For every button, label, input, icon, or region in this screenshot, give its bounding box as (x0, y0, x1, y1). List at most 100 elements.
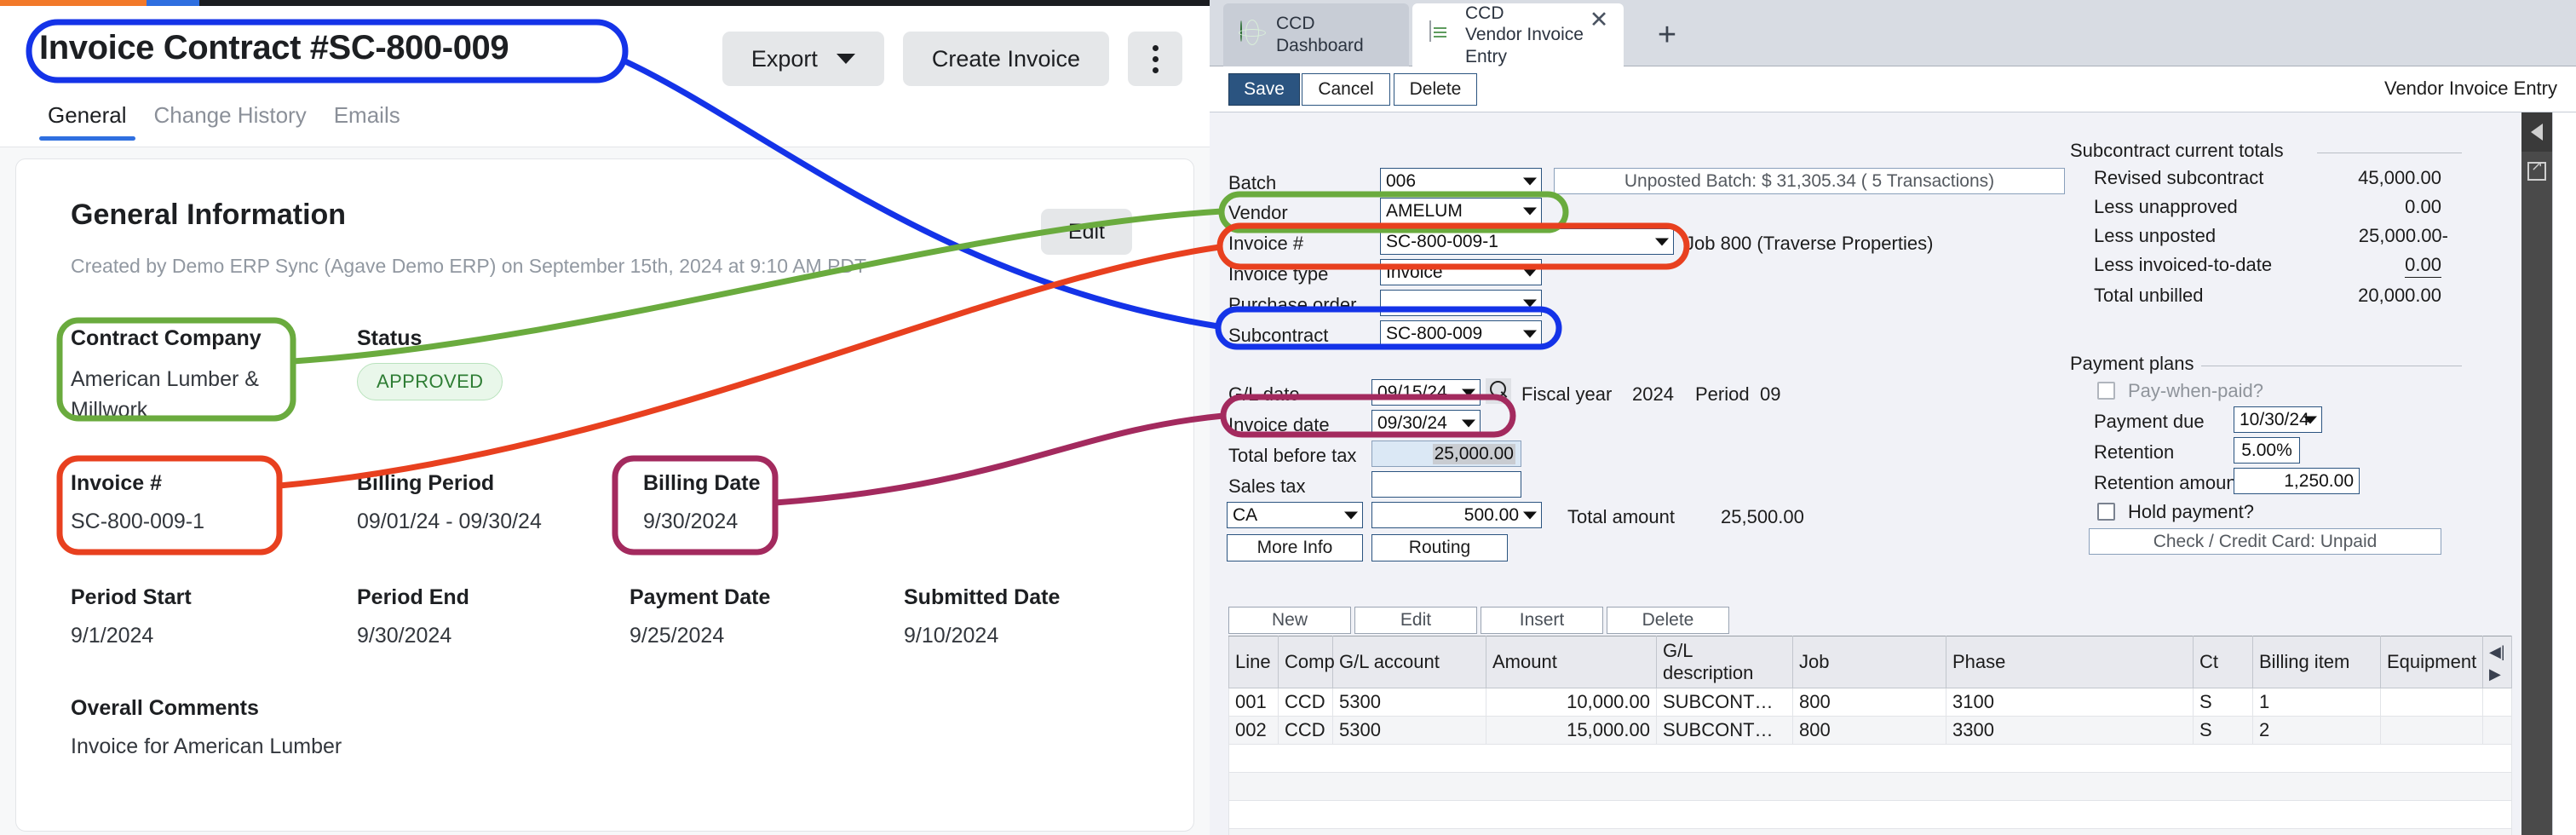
col-job[interactable]: Job (1792, 636, 1946, 688)
batch-label: Batch (1228, 172, 1277, 193)
field-overall-comments: Overall Comments Invoice for American Lu… (71, 696, 342, 759)
tab-emails[interactable]: Emails (320, 102, 414, 141)
close-icon[interactable]: ✕ (1584, 5, 1613, 34)
col-comp[interactable]: Comp (1278, 636, 1335, 688)
table-row[interactable]: 001 CCD 5300 10,000.00 SUBCONT… 800 3100… (1228, 688, 2512, 717)
col-gl-account[interactable]: G/L account (1332, 636, 1486, 688)
tab-general[interactable]: General (34, 102, 141, 141)
field-period-start: Period Start 9/1/2024 (71, 585, 192, 648)
col-ct[interactable]: Ct (2193, 636, 2253, 688)
erp-form-body: Batch 006 Unposted Batch: $ 31,305.34 ( … (1210, 112, 2576, 835)
grid-edit-button[interactable]: Edit (1354, 607, 1477, 634)
table-row[interactable]: 002 CCD 5300 15,000.00 SUBCONT… 800 3300… (1228, 716, 2512, 745)
tax-amount-value: 500.00 (1463, 504, 1519, 525)
invoice-date-select[interactable]: 09/30/24 (1371, 410, 1481, 436)
grid-new-button[interactable]: New (1228, 607, 1351, 634)
field-period-end-value: 9/30/2024 (357, 624, 452, 648)
header-actions: Export Create Invoice (722, 32, 1182, 86)
table-row[interactable] (1228, 772, 2512, 801)
magnifier-icon[interactable] (1486, 378, 1511, 404)
more-info-button[interactable]: More Info (1227, 534, 1363, 561)
subcontract-select-value: SC-800-009 (1386, 323, 1483, 343)
cell-line: 002 (1228, 716, 1279, 745)
field-invoice-number-value: SC-800-009-1 (71, 510, 205, 533)
document-icon (1429, 20, 1455, 49)
popout-icon[interactable] (2521, 152, 2552, 191)
erp-tab-ccd-dashboard-line1: CCD (1276, 14, 1315, 34)
col-equipment[interactable]: Equipment (2380, 636, 2483, 688)
gl-date-label: G/L date (1228, 383, 1300, 405)
chevron-down-icon (1523, 268, 1537, 276)
retention-input[interactable]: 5.00% (2234, 437, 2300, 464)
field-submitted-date: Submitted Date 9/10/2024 (904, 585, 1060, 648)
edit-button[interactable]: Edit (1040, 209, 1132, 255)
horizontal-scroll-icon[interactable]: ◀|▶ (2482, 636, 2512, 688)
chevron-down-icon (1462, 389, 1475, 396)
check-credit-card-status-button[interactable]: Check / Credit Card: Unpaid (2089, 528, 2441, 555)
subcontract-label: Subcontract (1228, 325, 1329, 346)
grid-delete-button[interactable]: Delete (1607, 607, 1729, 634)
invoice-type-select[interactable]: Invoice (1380, 259, 1542, 285)
table-row[interactable] (1228, 828, 2512, 835)
field-submitted-date-label: Submitted Date (904, 585, 1061, 609)
gl-date-select-value: 09/15/24 (1377, 382, 1447, 402)
total-before-tax-input[interactable]: 25,000.00 (1371, 441, 1521, 467)
fiscal-year-value: 2024 (1632, 383, 1674, 405)
fiscal-year-label: Fiscal year (1521, 383, 1613, 405)
col-gl-description[interactable]: G/L description (1656, 636, 1793, 688)
col-billing-item[interactable]: Billing item (2252, 636, 2381, 688)
less-unapproved-label: Less unapproved (2094, 196, 2238, 217)
pay-when-paid-checkbox[interactable] (2097, 382, 2115, 400)
subcontract-totals-group: Subcontract current totals Revised subco… (2070, 140, 2462, 306)
cell-gl-account: 5300 (1332, 716, 1486, 745)
tax-amount-input[interactable]: 500.00 (1371, 502, 1542, 528)
globe-icon (1240, 20, 1266, 49)
purchase-order-select[interactable] (1380, 290, 1542, 316)
cancel-button[interactable]: Cancel (1302, 73, 1390, 106)
more-actions-button[interactable] (1128, 32, 1182, 86)
chevron-down-icon (1523, 330, 1537, 337)
erp-vertical-scrollbar[interactable] (2552, 112, 2576, 835)
payment-due-select[interactable]: 10/30/24 (2234, 406, 2322, 433)
erp-tab-ccd-dashboard[interactable]: CCD Dashboard (1223, 3, 1409, 66)
field-billing-period-label: Billing Period (357, 471, 495, 495)
col-phase[interactable]: Phase (1946, 636, 2194, 688)
sales-tax-input[interactable] (1371, 471, 1521, 498)
cell-empty (1228, 800, 2512, 829)
batch-select[interactable]: 006 (1380, 168, 1542, 194)
col-amount[interactable]: Amount (1486, 636, 1657, 688)
tax-state-select[interactable]: CA (1227, 502, 1363, 528)
retention-amount-input[interactable]: 1,250.00 (2234, 468, 2360, 494)
payment-plans-title: Payment plans (2070, 353, 2201, 375)
field-billing-date-value: 9/30/2024 (643, 510, 739, 533)
field-billing-date: Billing Date 9/30/2024 (643, 471, 761, 534)
table-row[interactable] (1228, 744, 2512, 773)
plus-icon[interactable]: + (1636, 3, 1699, 66)
create-invoice-button[interactable]: Create Invoice (902, 32, 1109, 86)
total-unbilled-label: Total unbilled (2094, 285, 2204, 306)
vendor-select[interactable]: AMELUM (1380, 198, 1542, 224)
revised-subcontract-label: Revised subcontract (2094, 167, 2264, 188)
cell-equipment (2380, 688, 2483, 717)
hold-payment-checkbox[interactable] (2097, 503, 2115, 521)
invoice-number-select[interactable]: SC-800-009-1 (1380, 228, 1674, 255)
cell-empty (1228, 772, 2512, 801)
subcontract-select[interactable]: SC-800-009 (1380, 320, 1542, 347)
cell-comp: CCD (1278, 716, 1333, 745)
total-before-tax-label: Total before tax (1228, 445, 1357, 466)
chevron-down-icon (1523, 299, 1537, 307)
save-button[interactable]: Save (1228, 73, 1300, 106)
field-payment-date-value: 9/25/2024 (630, 624, 725, 648)
grid-insert-button[interactable]: Insert (1481, 607, 1603, 634)
col-line[interactable]: Line (1228, 636, 1279, 688)
routing-button[interactable]: Routing (1371, 534, 1508, 561)
delete-button[interactable]: Delete (1394, 73, 1477, 106)
tab-change-history[interactable]: Change History (141, 102, 320, 141)
field-payment-date-label: Payment Date (630, 585, 771, 609)
gl-date-select[interactable]: 09/15/24 (1371, 379, 1481, 406)
section-title: General Information (71, 199, 347, 231)
invoice-number-select-value: SC-800-009-1 (1386, 231, 1498, 251)
table-row[interactable] (1228, 800, 2512, 829)
export-button[interactable]: Export (722, 32, 884, 86)
collapse-left-icon[interactable] (2521, 112, 2552, 152)
